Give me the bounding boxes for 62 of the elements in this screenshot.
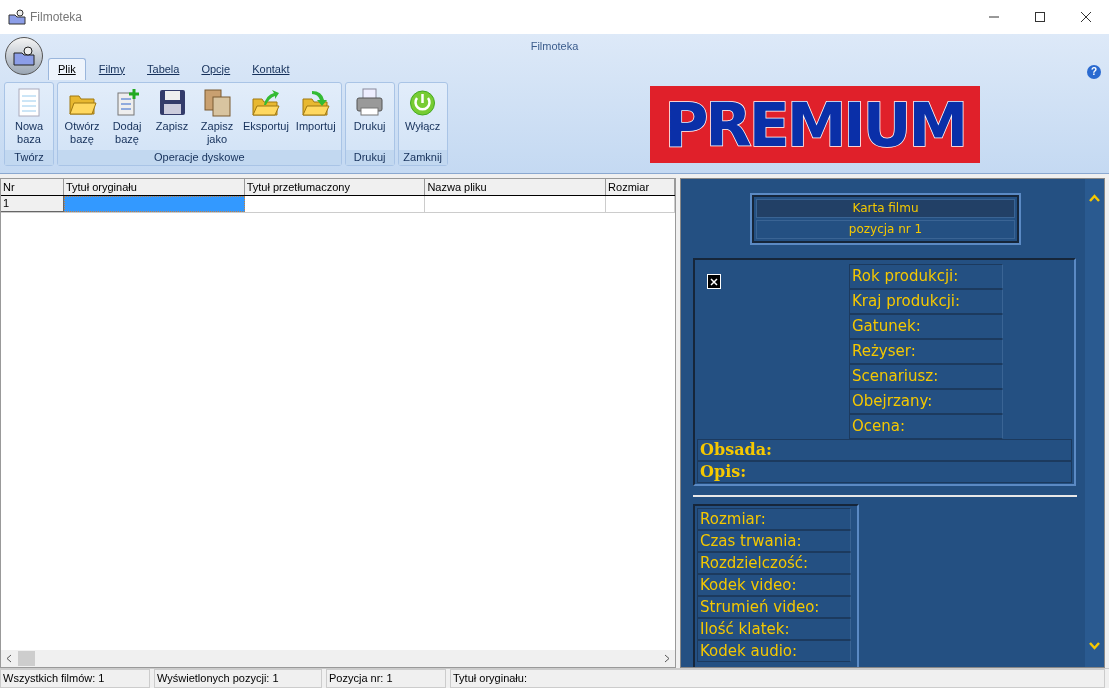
maximize-icon bbox=[1035, 12, 1045, 22]
group-label: Twórz bbox=[5, 150, 53, 165]
ribbon-button[interactable]: Zapisz jako bbox=[195, 83, 239, 150]
printer-icon bbox=[354, 87, 386, 118]
column-header[interactable]: Tytuł oryginału bbox=[63, 179, 245, 195]
documents-icon bbox=[201, 87, 233, 118]
description-label: Opis: bbox=[697, 461, 1072, 483]
field-label: Kraj produkcji: bbox=[849, 289, 1003, 314]
folder-icon bbox=[12, 45, 36, 67]
app-menu-button[interactable] bbox=[5, 37, 43, 75]
ribbon-tab[interactable]: Filmy bbox=[89, 58, 134, 80]
field-label: Rozmiar: bbox=[697, 508, 851, 530]
field-label: Gatunek: bbox=[849, 314, 1003, 339]
broken-image-icon bbox=[707, 274, 721, 289]
folder-arrow-up-icon bbox=[250, 87, 282, 118]
ribbon-button[interactable]: Nowa baza bbox=[7, 83, 51, 150]
scroll-down-icon[interactable] bbox=[1088, 641, 1101, 651]
ribbon-button[interactable]: Zapisz bbox=[150, 83, 194, 150]
premium-banner: PREMIUM bbox=[649, 86, 980, 163]
field-label: Ilość klatek: bbox=[697, 618, 851, 640]
field-label: Scenariusz: bbox=[849, 364, 1003, 389]
group-label: Zamknij bbox=[398, 150, 447, 165]
close-icon bbox=[1081, 12, 1091, 22]
app-title: Filmoteka bbox=[530, 38, 579, 54]
scrollbar-thumb[interactable] bbox=[18, 651, 35, 666]
column-header[interactable]: Nazwa pliku bbox=[425, 179, 607, 195]
field-label: Rok produkcji: bbox=[849, 264, 1003, 289]
column-header[interactable]: Rozmiar bbox=[606, 179, 675, 195]
window-title: Filmoteka bbox=[30, 9, 82, 26]
ribbon-tab[interactable]: Plik bbox=[48, 58, 86, 80]
ribbon-button[interactable]: Dodaj bazę bbox=[105, 83, 149, 150]
field-label: Obejrzany: bbox=[849, 389, 1003, 414]
field-label: Czas trwania: bbox=[697, 530, 851, 552]
field-label: Kodek audio: bbox=[697, 640, 851, 662]
ribbon-tab[interactable]: Opcje bbox=[192, 58, 240, 80]
status-text: Wszystkich filmów: 1 bbox=[0, 669, 150, 688]
ribbon-tab[interactable]: Tabela bbox=[138, 58, 189, 80]
field-label: Ocena: bbox=[849, 414, 1003, 439]
help-button[interactable]: ? bbox=[1087, 65, 1101, 79]
status-text: Pozycja nr: 1 bbox=[326, 669, 446, 688]
app-icon bbox=[8, 9, 26, 25]
status-text: Tytuł oryginału: bbox=[450, 669, 1105, 688]
field-label: Reżyser: bbox=[849, 339, 1003, 364]
ribbon-tab[interactable]: Kontakt bbox=[243, 58, 299, 80]
ribbon-button[interactable]: Eksportuj bbox=[240, 83, 292, 150]
column-header[interactable]: Tytuł przetłumaczony bbox=[244, 179, 426, 195]
status-text: Wyświetlonych pozycji: 1 bbox=[154, 669, 322, 688]
field-label: Strumień video: bbox=[697, 596, 851, 618]
cast-label: Obsada: bbox=[697, 439, 1072, 461]
card-title: Karta filmu bbox=[756, 199, 1015, 218]
group-label: Drukuj bbox=[345, 150, 394, 165]
column-header[interactable]: Nr bbox=[1, 179, 64, 195]
field-label: Kodek video: bbox=[697, 574, 851, 596]
field-label: Rozdzielczość: bbox=[697, 552, 851, 574]
ribbon-button[interactable]: Drukuj bbox=[347, 83, 392, 150]
ribbon-button[interactable]: Otwórz bazę bbox=[60, 83, 104, 150]
scroll-up-icon[interactable] bbox=[1088, 193, 1101, 203]
card-subtitle: pozycja nr 1 bbox=[756, 220, 1015, 239]
group-label: Operacje dyskowe bbox=[58, 150, 341, 165]
row-header[interactable]: 1 bbox=[1, 196, 64, 212]
ribbon-button[interactable]: Wyłącz bbox=[400, 83, 445, 150]
ribbon-button[interactable]: Importuj bbox=[292, 83, 339, 150]
